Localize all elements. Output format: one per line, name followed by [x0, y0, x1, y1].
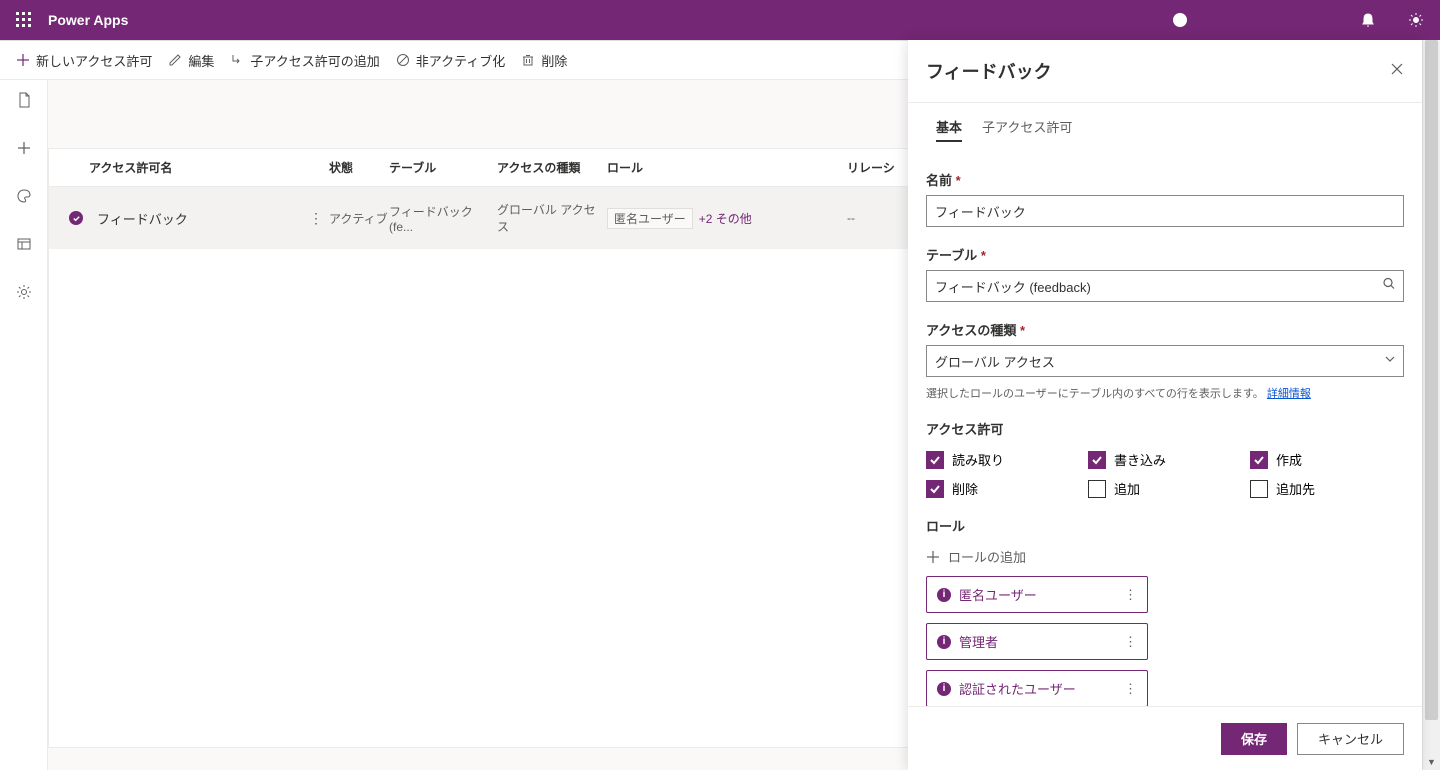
- col-relation[interactable]: リレーシ: [847, 159, 907, 176]
- row-table: フィードバック (fe...: [389, 203, 497, 234]
- add-child-button[interactable]: 子アクセス許可の追加: [230, 51, 379, 70]
- col-table[interactable]: テーブル: [389, 159, 497, 176]
- page-icon[interactable]: [14, 90, 34, 110]
- perm-label: アクセス許可: [926, 419, 1404, 438]
- row-selected-icon: [69, 211, 83, 225]
- panel-header: フィードバック: [908, 40, 1422, 103]
- add-role-button[interactable]: ロールの追加: [926, 547, 1404, 566]
- lbl-write: 書き込み: [1114, 450, 1166, 469]
- row-more-icon[interactable]: ⋮: [303, 210, 329, 227]
- bell-icon[interactable]: [1344, 0, 1392, 40]
- role-name-0: 匿名ユーザー: [959, 585, 1037, 604]
- deactivate-label: 非アクティブ化: [416, 51, 506, 70]
- app-launcher-icon[interactable]: [0, 0, 48, 40]
- row-access: グローバル アクセス: [497, 201, 607, 235]
- name-label: 名前 *: [926, 170, 1404, 189]
- role-more-0[interactable]: ⋮: [1124, 587, 1137, 603]
- add-child-label: 子アクセス許可の追加: [250, 51, 379, 70]
- scroll-thumb[interactable]: [1425, 40, 1438, 720]
- delete-button[interactable]: 削除: [521, 51, 567, 70]
- delete-label: 削除: [541, 51, 567, 70]
- access-label: アクセスの種類 *: [926, 320, 1404, 339]
- save-button[interactable]: 保存: [1221, 723, 1287, 755]
- col-state[interactable]: 状態: [329, 159, 389, 176]
- global-header: Power Apps: [0, 0, 1440, 40]
- new-permission-label: 新しいアクセス許可: [36, 51, 152, 70]
- cb-write[interactable]: [1088, 451, 1106, 469]
- scroll-down-icon[interactable]: ▼: [1423, 754, 1440, 770]
- cb-append[interactable]: [1088, 480, 1106, 498]
- row-name: フィードバック: [97, 209, 188, 228]
- role-item-2[interactable]: i 認証されたユーザー ⋮: [926, 670, 1148, 706]
- plus-icon[interactable]: [14, 138, 34, 158]
- edit-button[interactable]: 編集: [168, 51, 214, 70]
- name-input[interactable]: [926, 195, 1404, 227]
- role-more-1[interactable]: ⋮: [1124, 634, 1137, 650]
- cb-read[interactable]: [926, 451, 944, 469]
- info-icon: i: [937, 635, 951, 649]
- row-state: アクティブ: [329, 210, 389, 227]
- info-icon: i: [937, 682, 951, 696]
- table-input[interactable]: [926, 270, 1404, 302]
- cb-create[interactable]: [1250, 451, 1268, 469]
- lbl-delete: 削除: [952, 479, 978, 498]
- lbl-read: 読み取り: [952, 450, 1004, 469]
- add-role-label: ロールの追加: [948, 547, 1026, 566]
- info-icon: i: [937, 588, 951, 602]
- panel-body: 基本 子アクセス許可 名前 * テーブル * アクセスの種類 * 選択したロール…: [908, 103, 1422, 706]
- access-help-link[interactable]: 詳細情報: [1267, 388, 1311, 400]
- cb-delete[interactable]: [926, 480, 944, 498]
- tab-basic[interactable]: 基本: [936, 117, 962, 142]
- lbl-append: 追加: [1114, 479, 1140, 498]
- close-icon[interactable]: [1390, 62, 1404, 81]
- deactivate-button[interactable]: 非アクティブ化: [396, 51, 506, 70]
- access-help: 選択したロールのユーザーにテーブル内のすべての行を表示します。 詳細情報: [926, 385, 1404, 401]
- table-label: テーブル *: [926, 245, 1404, 264]
- scrollbar[interactable]: ▲ ▼: [1422, 40, 1440, 770]
- role-name-2: 認証されたユーザー: [959, 679, 1076, 698]
- role-item-0[interactable]: i 匿名ユーザー ⋮: [926, 576, 1148, 613]
- palette-icon[interactable]: [14, 186, 34, 206]
- role-name-1: 管理者: [959, 632, 998, 651]
- app-title: Power Apps: [48, 12, 128, 28]
- col-access[interactable]: アクセスの種類: [497, 159, 607, 176]
- role-more-2[interactable]: ⋮: [1124, 681, 1137, 697]
- tab-child[interactable]: 子アクセス許可: [982, 117, 1072, 142]
- edit-label: 編集: [188, 51, 214, 70]
- globe-icon[interactable]: [1156, 0, 1204, 40]
- col-name[interactable]: アクセス許可名: [89, 159, 329, 176]
- edit-panel: フィードバック 基本 子アクセス許可 名前 * テーブル * アクセスの種類 *…: [908, 40, 1422, 770]
- panel-footer: 保存 キャンセル: [908, 706, 1422, 770]
- row-relation: --: [847, 211, 907, 225]
- gear-icon[interactable]: [1392, 0, 1440, 40]
- panel-tabs: 基本 子アクセス許可: [926, 103, 1404, 152]
- role-label: ロール: [926, 516, 1404, 535]
- role-item-1[interactable]: i 管理者 ⋮: [926, 623, 1148, 660]
- lbl-create: 作成: [1276, 450, 1302, 469]
- row-role-chip[interactable]: 匿名ユーザー: [607, 208, 693, 229]
- row-role-more[interactable]: +2 その他: [699, 210, 752, 227]
- form-icon[interactable]: [14, 234, 34, 254]
- new-permission-button[interactable]: 新しいアクセス許可: [16, 51, 152, 70]
- left-rail: [0, 80, 48, 770]
- cancel-button[interactable]: キャンセル: [1297, 723, 1404, 755]
- perm-grid: 読み取り 書き込み 作成 削除 追加 追加先: [926, 450, 1404, 498]
- lbl-appendto: 追加先: [1276, 479, 1315, 498]
- access-select[interactable]: [926, 345, 1404, 377]
- settings-icon[interactable]: [14, 282, 34, 302]
- col-role[interactable]: ロール: [607, 159, 847, 176]
- panel-title: フィードバック: [926, 58, 1052, 84]
- cb-appendto[interactable]: [1250, 480, 1268, 498]
